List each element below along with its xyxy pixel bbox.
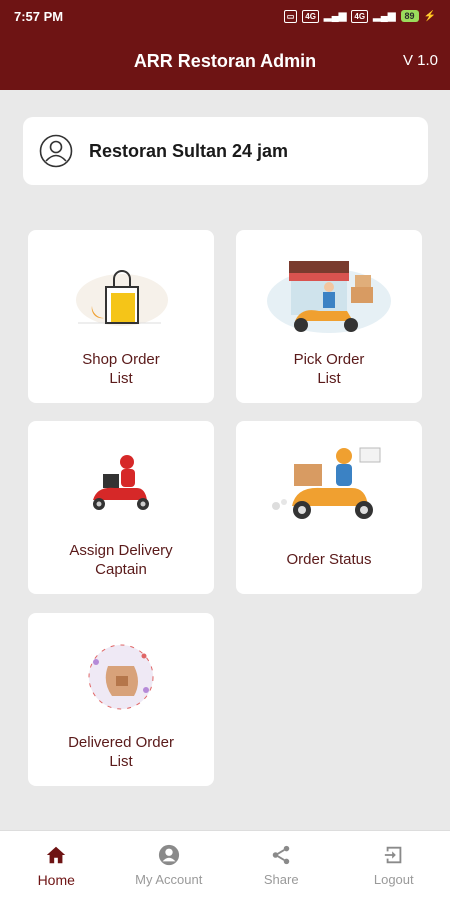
nav-share[interactable]: Share (225, 831, 338, 900)
status-bar: 7:57 PM ▭ 4G ▂▄▆ 4G ▂▄▆ 89 ⚡ (0, 0, 450, 32)
nav-logout[interactable]: Logout (338, 831, 450, 900)
restaurant-card[interactable]: Restoran Sultan 24 jam (23, 117, 428, 185)
home-icon (47, 846, 66, 863)
app-version: V 1.0 (402, 52, 438, 69)
bottom-navigation: Home My Account Share Logout (0, 830, 450, 900)
delivered-order-list-tile[interactable]: Delivered Order List (28, 613, 214, 786)
delivery-rider-illustration (28, 435, 214, 535)
signal-icon-2: ▂▄▆ (373, 10, 396, 22)
delivered-package-illustration (28, 627, 214, 727)
nav-my-account-label: My Account (135, 872, 203, 887)
app-bar: ARR Restoran Admin V 1.0 (0, 32, 450, 90)
nav-home[interactable]: Home (0, 831, 113, 900)
restaurant-pickup-illustration (236, 244, 422, 344)
status-time: 7:57 PM (14, 8, 64, 24)
charging-icon: ⚡ (423, 10, 436, 22)
app-title: ARR Restoran Admin (133, 51, 317, 71)
nav-my-account[interactable]: My Account (113, 831, 226, 900)
volte-icon-2: 4G (351, 9, 369, 23)
battery-icon: 89 (400, 10, 419, 22)
nav-share-label: Share (263, 872, 299, 887)
shopping-bag-illustration (28, 244, 214, 344)
signal-icon: ▂▄▆ (323, 10, 347, 22)
shop-order-list-tile[interactable]: Shop Order List (28, 230, 214, 403)
nav-home-label: Home (37, 871, 75, 888)
order-status-tile[interactable]: Order Status (236, 421, 422, 594)
status-icons: ▭ 4G ▂▄▆ 4G ▂▄▆ 89 ⚡ (283, 9, 436, 23)
restaurant-name: Restoran Sultan 24 jam (89, 140, 289, 161)
assign-delivery-captain-tile[interactable]: Assign Delivery Captain (28, 421, 214, 594)
account-icon (158, 844, 179, 866)
shop-order-list-label: Shop Order List (82, 351, 160, 387)
scooter-delivery-illustration (236, 435, 422, 535)
share-icon (273, 845, 290, 865)
user-circle-icon (39, 134, 73, 168)
logout-icon (384, 846, 402, 864)
order-status-label: Order Status (286, 551, 372, 568)
screen-mirror-icon: ▭ (283, 9, 298, 23)
delivered-order-list-label: Delivered Order List (68, 734, 174, 770)
assign-delivery-captain-label: Assign Delivery Captain (69, 542, 173, 578)
volte-icon: 4G (302, 9, 319, 23)
nav-logout-label: Logout (373, 872, 414, 887)
pick-order-list-tile[interactable]: Pick Order List (236, 230, 422, 403)
pick-order-list-label: Pick Order List (293, 351, 365, 387)
